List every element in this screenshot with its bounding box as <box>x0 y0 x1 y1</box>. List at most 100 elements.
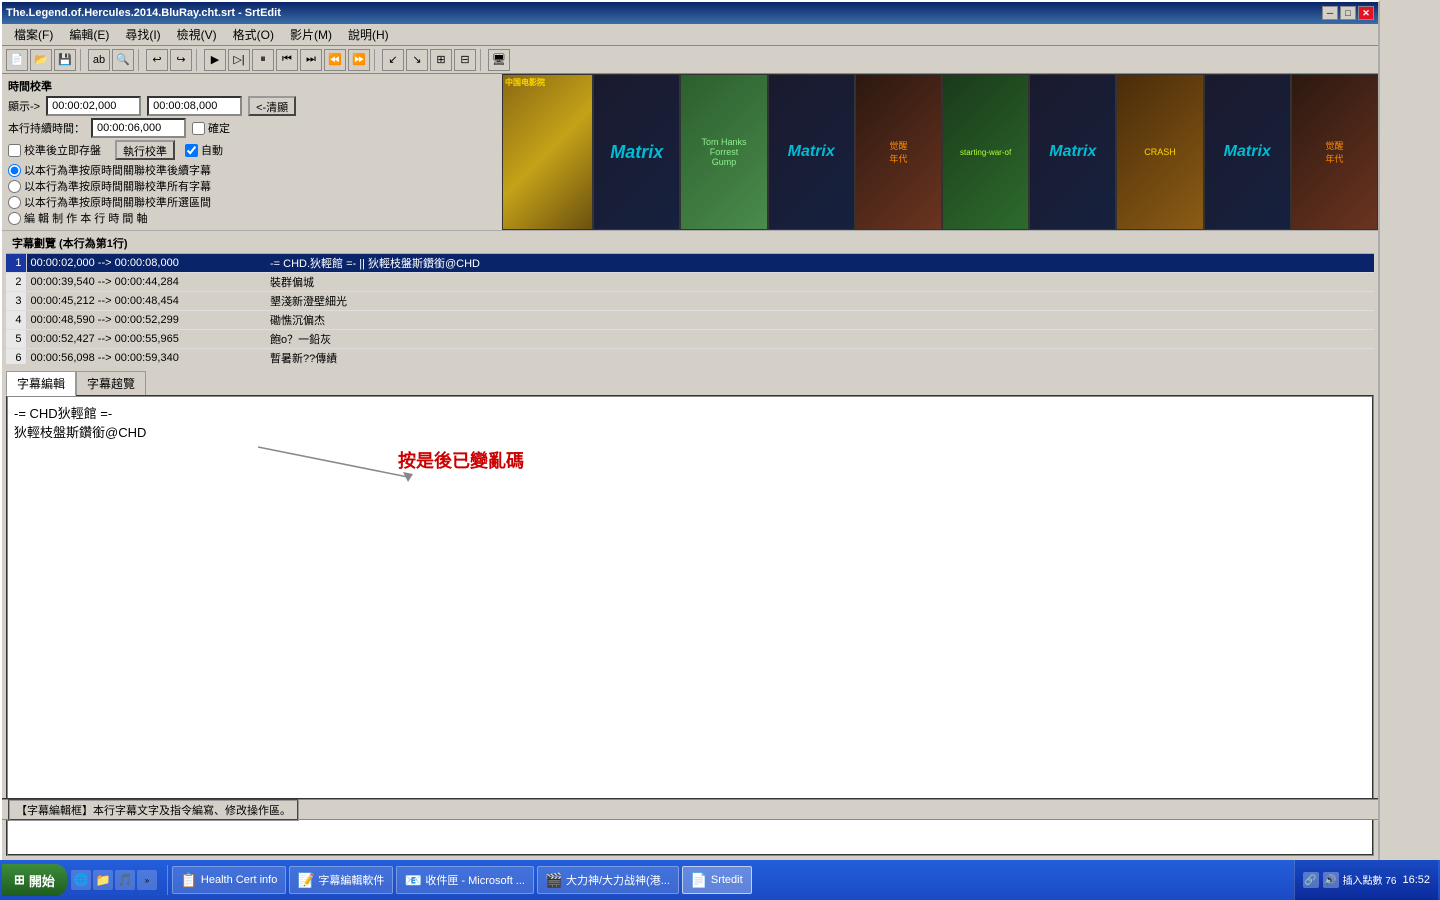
thumb-10[interactable]: 觉醒年代 <box>1291 74 1378 230</box>
thumb-3[interactable]: Tom HanksForrestGump <box>680 74 767 230</box>
quick-expand-icon[interactable]: » <box>137 870 157 890</box>
toolbar-next-frame[interactable]: ⏭ <box>300 49 322 71</box>
thumb-5[interactable]: 觉醒年代 <box>855 74 942 230</box>
toolbar-play[interactable]: ▶ <box>204 49 226 71</box>
close-button[interactable]: ✕ <box>1358 6 1374 20</box>
table-row[interactable]: 4 00:00:48,590 --> 00:00:52,299 磡憔沉偏杰 <box>6 311 1374 330</box>
exec-calibrate-button[interactable]: 執行校準 <box>115 140 175 160</box>
annotation-text: 按是後已變亂碼 <box>398 447 524 473</box>
menu-view[interactable]: 檢視(V) <box>169 24 225 45</box>
tray-network-icon[interactable]: 🔗 <box>1303 872 1319 888</box>
row-num: 4 <box>6 311 26 330</box>
toolbar-play2[interactable]: ▷| <box>228 49 250 71</box>
toolbar-find[interactable]: 🔍 <box>112 49 134 71</box>
thumb-2[interactable]: Matrix <box>593 74 680 230</box>
radio-options-area: 以本行為準按原時間關聯校準後續字幕 以本行為準按原時間關聯校準所有字幕 以本行為… <box>8 162 496 226</box>
menu-format[interactable]: 格式(O) <box>225 24 282 45</box>
toolbar-redo[interactable]: ↪ <box>170 49 192 71</box>
table-row[interactable]: 1 00:00:02,000 --> 00:00:08,000 -= CHD.狄… <box>6 254 1374 273</box>
thumb-9[interactable]: Matrix <box>1204 74 1291 230</box>
display-label: 顯示-> <box>8 98 40 114</box>
taskbar-items-container: 📋 Health Cert info 📝 字幕編輯軟件 📧 收件匣 - Micr… <box>172 866 1294 894</box>
toolbar-mark-out[interactable]: ↘ <box>406 49 428 71</box>
toolbar-spellcheck[interactable]: ab <box>88 49 110 71</box>
maximize-button[interactable]: □ <box>1340 6 1356 20</box>
duration-row: 本行持續時間： 確定 <box>8 118 496 138</box>
taskbar-item-outlook[interactable]: 📧 收件匣 - Microsoft ... <box>396 866 534 894</box>
title-bar: The.Legend.of.Hercules.2014.BluRay.cht.s… <box>2 2 1378 24</box>
auto-checkbox-label: 自動 <box>185 142 223 158</box>
subtitle-editor-icon: 📝 <box>298 872 314 888</box>
thumb-7[interactable]: Matrix <box>1029 74 1116 230</box>
table-row[interactable]: 2 00:00:39,540 --> 00:00:44,284 裝群偏城 <box>6 273 1374 292</box>
taskbar-item-srtedit[interactable]: 📄 Srtedit <box>682 866 752 894</box>
quick-folder-icon[interactable]: 📁 <box>93 870 113 890</box>
toolbar-back[interactable]: ⏪ <box>324 49 346 71</box>
toolbar-sep3 <box>196 49 200 71</box>
menu-edit[interactable]: 編輯(E) <box>61 24 117 45</box>
hercules-icon: 🎬 <box>546 872 562 888</box>
menu-bar: 檔案(F) 編輯(E) 尋找(I) 檢視(V) 格式(O) 影片(M) 說明(H… <box>2 24 1378 46</box>
toolbar-pause[interactable]: ⏸ <box>252 49 274 71</box>
hercules-label: 大力神/大力战神(港... <box>566 872 670 888</box>
auto-checkbox[interactable] <box>185 144 198 157</box>
system-tray: 🔗 🔊 插入點數 76 16:52 <box>1294 860 1438 900</box>
row-num: 1 <box>6 254 26 273</box>
quick-ie-icon[interactable]: 🌐 <box>71 870 91 890</box>
thumb-6[interactable]: starting-war-of <box>942 74 1029 230</box>
app-window: The.Legend.of.Hercules.2014.BluRay.cht.s… <box>0 0 1380 862</box>
tray-volume-icon[interactable]: 🔊 <box>1323 872 1339 888</box>
table-row[interactable]: 5 00:00:52,427 --> 00:00:55,965 飽ο？一鉛灰 <box>6 330 1374 349</box>
radio-input-2[interactable] <box>8 180 21 193</box>
windows-logo: ⊞ <box>14 872 25 888</box>
taskbar-item-hercules[interactable]: 🎬 大力神/大力战神(港... <box>537 866 679 894</box>
radio-input-3[interactable] <box>8 196 21 209</box>
toolbar-extra3[interactable]: 🖥 <box>488 49 510 71</box>
row-text: -= CHD.狄輕館 =- || 狄輕枝盤斯鑽銜@CHD <box>266 254 1374 273</box>
menu-file[interactable]: 檔案(F) <box>6 24 61 45</box>
row-text: 暫暑新??傳績 <box>266 349 1374 365</box>
tab-preview[interactable]: 字幕趤覽 <box>76 371 146 396</box>
row-num: 5 <box>6 330 26 349</box>
clear-display-button[interactable]: <-清顯 <box>248 96 296 116</box>
thumb-1[interactable]: 中国电影院 <box>502 74 593 230</box>
toolbar-open[interactable]: 📂 <box>30 49 52 71</box>
tray-icons: 🔗 🔊 插入點數 76 <box>1303 872 1397 888</box>
taskbar-item-subtitle-editor[interactable]: 📝 字幕編輯軟件 <box>289 866 393 894</box>
taskbar-item-health[interactable]: 📋 Health Cert info <box>172 866 286 894</box>
menu-video[interactable]: 影片(M) <box>282 24 340 45</box>
quick-media-icon[interactable]: 🎵 <box>115 870 135 890</box>
toolbar-save[interactable]: 💾 <box>54 49 76 71</box>
taskbar-clock[interactable]: 16:52 <box>1402 874 1430 886</box>
toolbar-new[interactable]: 📄 <box>6 49 28 71</box>
start-button[interactable]: ⊞ 開始 <box>2 864 67 896</box>
taskbar-divider <box>167 865 168 895</box>
toolbar-forward[interactable]: ⏩ <box>348 49 370 71</box>
subtitle-scroll[interactable]: 1 00:00:02,000 --> 00:00:08,000 -= CHD.狄… <box>6 254 1374 364</box>
menu-search[interactable]: 尋找(I) <box>117 24 168 45</box>
duration-input[interactable] <box>91 118 186 138</box>
thumb-4[interactable]: Matrix <box>768 74 855 230</box>
confirm-checkbox[interactable] <box>192 122 205 135</box>
edit-line-1: -= CHD狄輕館 =- <box>14 403 1366 422</box>
menu-help[interactable]: 說明(H) <box>340 24 397 45</box>
time-input-end[interactable] <box>147 96 242 116</box>
toolbar-prev[interactable]: ⏮ <box>276 49 298 71</box>
time-input-start[interactable] <box>46 96 141 116</box>
radio-input-4[interactable] <box>8 212 21 225</box>
toolbar-mark-in[interactable]: ↙ <box>382 49 404 71</box>
srtedit-icon: 📄 <box>691 872 707 888</box>
row-time: 00:00:39,540 --> 00:00:44,284 <box>26 273 266 292</box>
outlook-icon: 📧 <box>405 872 421 888</box>
table-row[interactable]: 6 00:00:56,098 --> 00:00:59,340 暫暑新??傳績 <box>6 349 1374 365</box>
toolbar: 📄 📂 💾 ab 🔍 ↩ ↪ ▶ ▷| ⏸ ⏮ ⏭ ⏪ ⏩ ↙ ↘ ⊞ ⊟ 🖥 <box>2 46 1378 74</box>
toolbar-extra2[interactable]: ⊟ <box>454 49 476 71</box>
thumb-8[interactable]: CRASH <box>1116 74 1203 230</box>
save-checkbox[interactable] <box>8 144 21 157</box>
table-row[interactable]: 3 00:00:45,212 --> 00:00:48,454 墾淺新澄壁細光 <box>6 292 1374 311</box>
toolbar-undo[interactable]: ↩ <box>146 49 168 71</box>
tab-edit[interactable]: 字幕編輯 <box>6 371 76 396</box>
radio-input-1[interactable] <box>8 164 21 177</box>
toolbar-extra1[interactable]: ⊞ <box>430 49 452 71</box>
minimize-button[interactable]: ─ <box>1322 6 1338 20</box>
